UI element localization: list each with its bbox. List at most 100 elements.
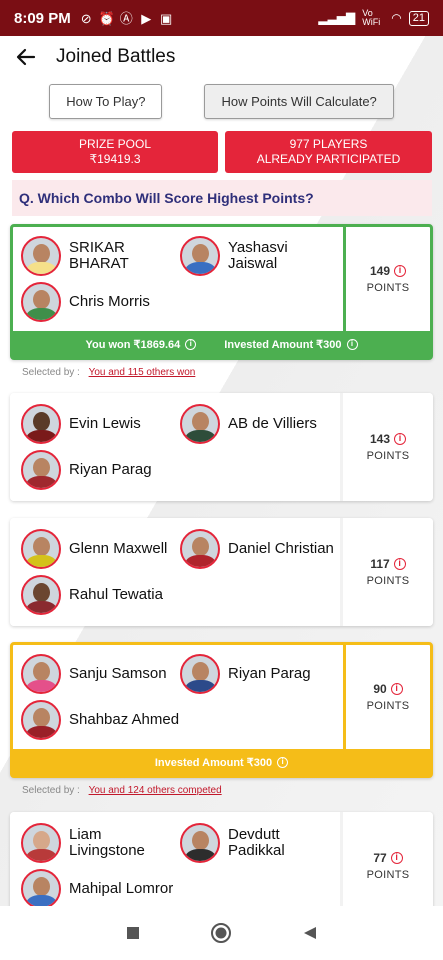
selected-by-4: Selected by : You and 124 others compete… xyxy=(22,785,222,796)
player-name: Daniel Christian xyxy=(228,540,334,557)
points-label: POINTS xyxy=(366,869,410,881)
combo-card-1[interactable]: SRIKAR BHARAT Yashasvi Jaiswal Chris Mor… xyxy=(10,224,433,360)
player-avatar xyxy=(21,654,61,694)
points-area: 117 i POINTS xyxy=(343,518,433,626)
player-avatar xyxy=(21,282,61,322)
invested-amount-row: Invested Amount ₹300 i xyxy=(224,338,358,351)
player-avatar xyxy=(180,654,220,694)
combo-card-4[interactable]: Sanju Samson Riyan Parag Shahbaz Ahmed 9… xyxy=(10,642,433,778)
info-icon[interactable]: i xyxy=(394,265,407,277)
player-1: Glenn Maxwell xyxy=(21,529,167,569)
invested-amount: Invested Amount ₹300 xyxy=(154,756,273,769)
info-icon[interactable]: i xyxy=(185,339,197,351)
player-3: Shahbaz Ahmed xyxy=(21,700,179,740)
points-label: POINTS xyxy=(366,575,410,587)
back-arrow-icon[interactable] xyxy=(14,45,38,69)
prize-pool-label: PRIZE POOL xyxy=(78,137,152,151)
won-amount-row: You won ₹1869.64 i xyxy=(85,338,197,351)
circle-icon[interactable] xyxy=(210,922,232,944)
player-avatar xyxy=(21,529,61,569)
players-area: Liam Livingstone Devdutt Padikkal Mahipa… xyxy=(10,812,343,906)
player-3: Chris Morris xyxy=(21,282,150,322)
player-avatar xyxy=(21,823,61,863)
combo-card-5[interactable]: Liam Livingstone Devdutt Padikkal Mahipa… xyxy=(10,812,433,906)
players-area: SRIKAR BHARAT Yashasvi Jaiswal Chris Mor… xyxy=(13,227,346,331)
player-name: Mahipal Lomror xyxy=(69,880,174,897)
player-1: Sanju Samson xyxy=(21,654,167,694)
player-avatar xyxy=(180,404,220,444)
invested-amount-row: Invested Amount ₹300 i xyxy=(154,756,289,769)
info-icon[interactable]: i xyxy=(390,852,403,864)
selected-by-label: Selected by : xyxy=(22,785,80,796)
page-title: Joined Battles xyxy=(56,46,176,67)
player-name: Glenn Maxwell xyxy=(69,540,168,557)
info-icon[interactable]: i xyxy=(346,339,358,351)
players-participated: ALREADY PARTICIPATED xyxy=(256,152,401,166)
player-avatar xyxy=(180,529,220,569)
signal-icon: ▂▃▅▇ xyxy=(318,11,356,25)
points-label: POINTS xyxy=(366,282,410,294)
points-label: POINTS xyxy=(366,450,410,462)
player-avatar xyxy=(21,700,61,740)
players-count: 977 PLAYERS xyxy=(289,137,368,151)
stats-row: PRIZE POOL ₹19419.3 977 PLAYERS ALREADY … xyxy=(12,131,432,173)
player-avatar xyxy=(180,823,220,863)
player-avatar xyxy=(21,575,61,615)
play-icon: ▶ xyxy=(141,10,152,26)
system-nav-bar xyxy=(0,906,443,960)
info-icon[interactable]: i xyxy=(390,683,403,695)
players-area: Sanju Samson Riyan Parag Shahbaz Ahmed xyxy=(13,645,346,749)
points-area: 143 i POINTS xyxy=(343,393,433,501)
info-icon[interactable]: i xyxy=(394,433,407,445)
combo-card-2[interactable]: Evin Lewis AB de Villiers Riyan Parag 14… xyxy=(10,393,433,501)
player-name: Shahbaz Ahmed xyxy=(69,711,180,728)
won-amount: You won ₹1869.64 xyxy=(85,338,181,351)
player-name: Riyan Parag xyxy=(69,461,152,478)
player-name: SRIKAR BHARAT xyxy=(69,239,129,272)
status-icons: ⊘ ⏰ Ⓐ ▶ ▣ xyxy=(79,11,174,26)
player-3: Rahul Tewatia xyxy=(21,575,163,615)
player-2: Daniel Christian xyxy=(180,529,334,569)
player-1: Evin Lewis xyxy=(21,404,141,444)
points-value: 143 xyxy=(369,432,391,446)
player-name: Riyan Parag xyxy=(228,665,311,682)
info-icon[interactable]: i xyxy=(277,757,289,769)
player-2: Riyan Parag xyxy=(180,654,311,694)
square-icon[interactable] xyxy=(125,925,141,941)
battery-icon: 21 xyxy=(408,10,429,26)
how-points-button[interactable]: How Points Will Calculate? xyxy=(204,84,394,119)
player-2: AB de Villiers xyxy=(180,404,317,444)
app-screen: Joined Battles How To Play? How Points W… xyxy=(0,36,443,906)
gallery-icon: ▣ xyxy=(160,10,173,26)
player-avatar xyxy=(21,404,61,444)
info-icon[interactable]: i xyxy=(393,558,406,570)
status-time: 8:09 PM xyxy=(14,9,71,27)
player-1: SRIKAR BHARAT xyxy=(21,236,139,276)
players-area: Glenn Maxwell Daniel Christian Rahul Tew… xyxy=(10,518,343,626)
points-value: 149 xyxy=(369,264,391,278)
points-area: 149 i POINTS xyxy=(346,227,430,331)
player-avatar xyxy=(21,450,61,490)
prize-pool-value: ₹19419.3 xyxy=(89,152,141,166)
selected-by-link[interactable]: You and 124 others competed xyxy=(89,785,222,796)
player-name: Evin Lewis xyxy=(69,415,141,432)
help-buttons: How To Play? How Points Will Calculate? xyxy=(0,84,443,119)
player-2: Yashasvi Jaiswal xyxy=(180,236,298,276)
player-1: Liam Livingstone xyxy=(21,823,149,863)
points-label: POINTS xyxy=(366,700,410,712)
selected-by-link[interactable]: You and 115 others won xyxy=(89,367,196,378)
points-value: 117 xyxy=(370,557,390,571)
players-area: Evin Lewis AB de Villiers Riyan Parag xyxy=(10,393,343,501)
selected-by-1: Selected by : You and 115 others won xyxy=(22,367,195,378)
card-footer: You won ₹1869.64 i Invested Amount ₹300 i xyxy=(13,331,430,357)
player-name: Liam Livingstone xyxy=(69,826,145,859)
triangle-back-icon[interactable] xyxy=(302,925,318,941)
player-avatar xyxy=(21,236,61,276)
wifi-icon: ◠ xyxy=(391,11,402,25)
combo-card-3[interactable]: Glenn Maxwell Daniel Christian Rahul Tew… xyxy=(10,518,433,626)
points-area: 90 i POINTS xyxy=(346,645,430,749)
how-to-play-button[interactable]: How To Play? xyxy=(49,84,163,119)
invested-amount: Invested Amount ₹300 xyxy=(224,338,342,351)
points-value: 90 xyxy=(373,682,387,696)
top-bar: Joined Battles xyxy=(0,36,443,78)
